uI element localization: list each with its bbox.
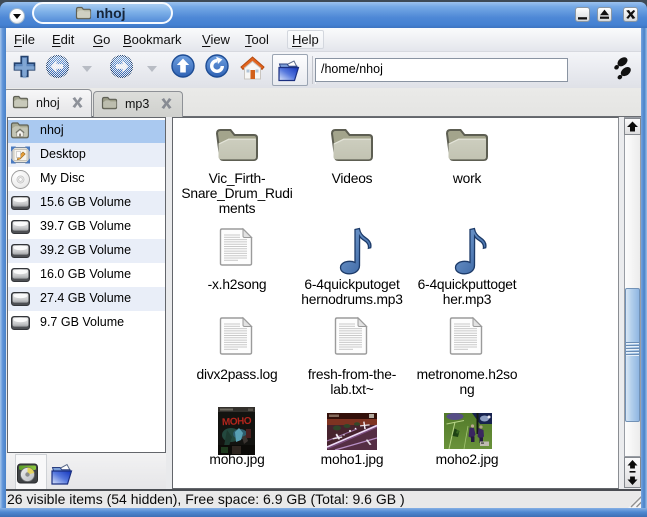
svg-text:MOHO: MOHO bbox=[222, 416, 252, 429]
